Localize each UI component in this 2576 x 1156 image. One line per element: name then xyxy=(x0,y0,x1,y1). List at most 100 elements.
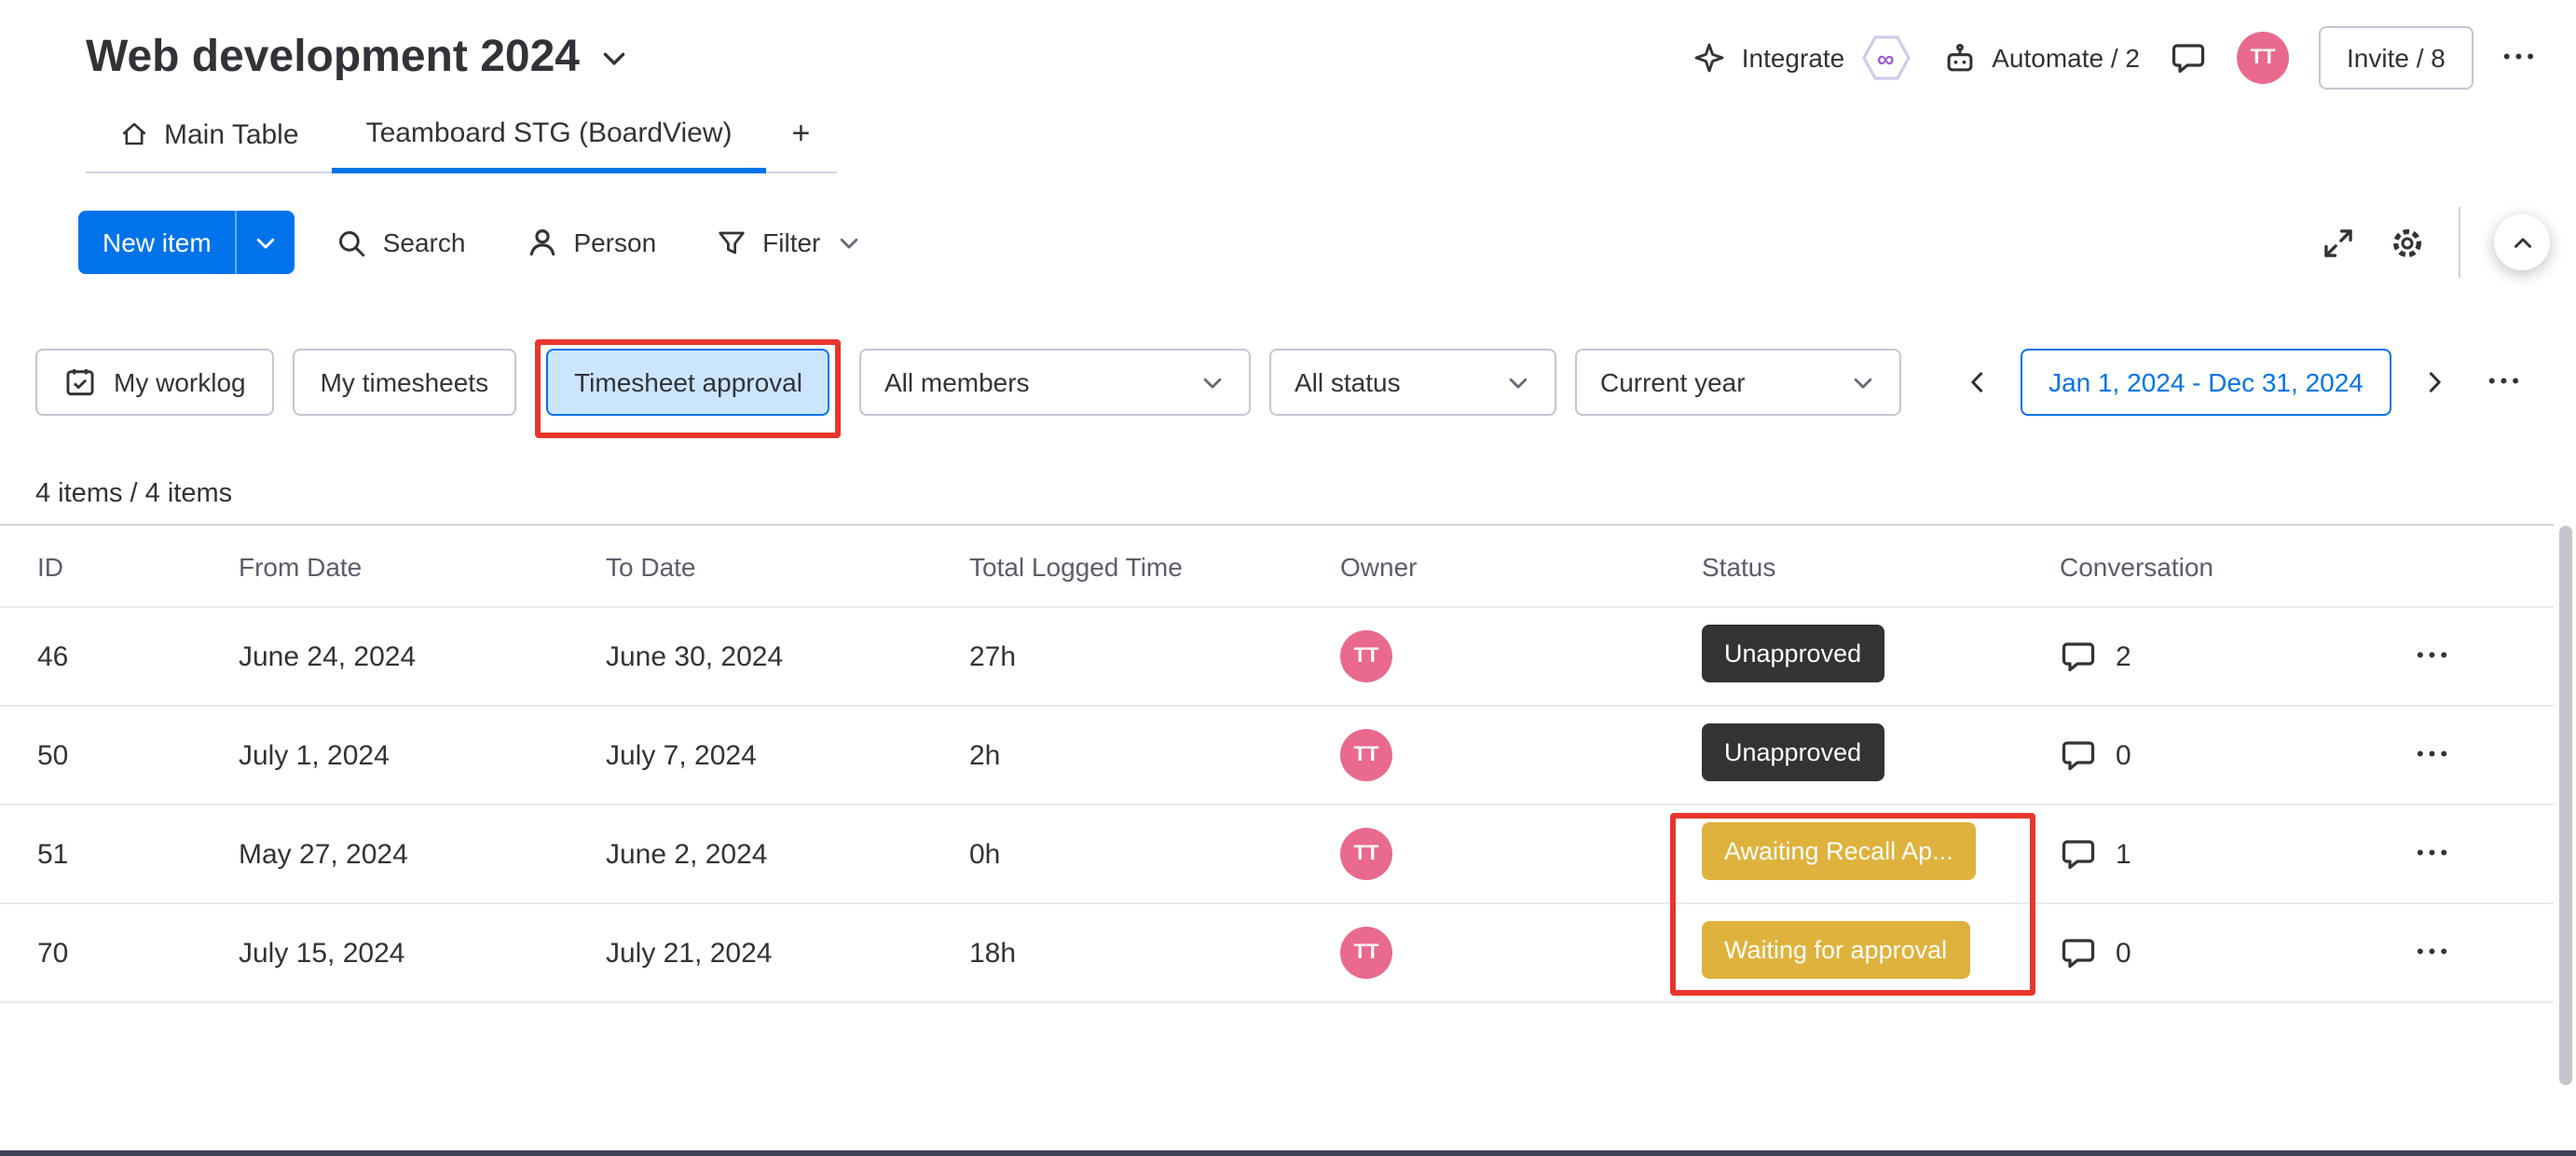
cell-status[interactable]: Waiting for approval xyxy=(1668,920,2026,985)
cell-from-date[interactable]: May 27, 2024 xyxy=(205,838,572,870)
column-header-total-logged-time[interactable]: Total Logged Time xyxy=(936,551,1307,581)
cell-to-date[interactable]: July 21, 2024 xyxy=(572,937,936,969)
tab-teamboard-stg[interactable]: Teamboard STG (BoardView) xyxy=(332,97,766,173)
status-dropdown[interactable]: All status xyxy=(1269,349,1557,416)
new-item-label[interactable]: New item xyxy=(78,211,236,274)
search-button[interactable]: Search xyxy=(317,211,485,274)
my-timesheets-button[interactable]: My timesheets xyxy=(292,349,517,416)
toolbar-right-actions xyxy=(2321,207,2550,278)
column-header-owner[interactable]: Owner xyxy=(1307,551,1668,581)
automate-button[interactable]: Automate / 2 xyxy=(1941,40,2140,76)
cell-id: 50 xyxy=(37,739,69,771)
status-badge[interactable]: Unapproved xyxy=(1702,624,1884,681)
cell-from-date[interactable]: July 15, 2024 xyxy=(205,937,572,969)
integrate-icon xyxy=(1693,41,1727,75)
next-period-button[interactable] xyxy=(2410,349,2459,416)
previous-period-button[interactable] xyxy=(1953,349,2002,416)
cell-total-logged-time[interactable]: 27h xyxy=(936,640,1307,672)
cell-status[interactable]: Unapproved xyxy=(1668,624,2026,689)
column-header-to-date[interactable]: To Date xyxy=(572,551,936,581)
chat-bubble-icon[interactable] xyxy=(2060,934,2097,971)
board-menu-icon[interactable]: ••• xyxy=(2503,47,2539,69)
view-tabs: Main Table Teamboard STG (BoardView) + xyxy=(86,97,837,173)
chevron-up-icon xyxy=(2508,228,2536,256)
cell-to-date[interactable]: June 2, 2024 xyxy=(572,838,936,870)
cell-total-logged-time[interactable]: 2h xyxy=(936,739,1307,771)
cell-owner[interactable]: TT xyxy=(1307,828,1668,880)
tab-main-table[interactable]: Main Table xyxy=(86,97,333,172)
conversation-count: 0 xyxy=(2116,937,2131,969)
cell-conversation[interactable]: 0 xyxy=(2026,934,2315,971)
gear-icon[interactable] xyxy=(2390,225,2425,260)
owner-avatar[interactable]: TT xyxy=(1340,927,1392,979)
cell-owner[interactable]: TT xyxy=(1307,927,1668,979)
timesheet-approval-button[interactable]: Timesheet approval xyxy=(546,349,830,416)
board-title-group[interactable]: Web development 2024 xyxy=(86,30,630,86)
row-menu-icon[interactable]: ••• xyxy=(2417,942,2452,964)
my-worklog-button[interactable]: My worklog xyxy=(35,349,274,416)
chat-icon[interactable] xyxy=(2170,39,2207,76)
cell-status[interactable]: Unapproved xyxy=(1668,722,2026,788)
cell-owner[interactable]: TT xyxy=(1307,630,1668,682)
row-menu-icon[interactable]: ••• xyxy=(2417,645,2452,667)
cell-conversation[interactable]: 0 xyxy=(2026,736,2315,774)
column-header-conversation[interactable]: Conversation xyxy=(2026,551,2315,581)
row-menu-icon[interactable]: ••• xyxy=(2417,843,2452,865)
filter-label: Filter xyxy=(762,227,821,257)
cell-id: 51 xyxy=(37,838,69,870)
home-icon xyxy=(119,119,149,149)
search-icon xyxy=(336,227,368,258)
filters-menu-icon[interactable]: ••• xyxy=(2488,371,2524,393)
user-avatar[interactable]: TT xyxy=(2237,32,2290,84)
invite-button[interactable]: Invite / 8 xyxy=(2319,26,2473,89)
cell-id: 70 xyxy=(37,937,69,969)
integrations-badge-icon[interactable]: ∞ xyxy=(1859,34,1911,82)
cell-status[interactable]: Awaiting Recall Ap... xyxy=(1668,821,2026,887)
cell-owner[interactable]: TT xyxy=(1307,729,1668,781)
cell-to-date[interactable]: June 30, 2024 xyxy=(572,640,936,672)
page-title: Web development 2024 xyxy=(86,32,580,82)
period-dropdown[interactable]: Current year xyxy=(1575,349,1902,416)
filter-chevron-down-icon[interactable] xyxy=(835,228,863,256)
members-dropdown-value: All members xyxy=(884,367,1030,397)
filter-button[interactable]: Filter xyxy=(697,211,883,274)
cell-conversation[interactable]: 1 xyxy=(2026,835,2315,873)
row-menu-icon[interactable]: ••• xyxy=(2417,744,2452,766)
table-header-row: ID From Date To Date Total Logged Time O… xyxy=(0,526,2554,608)
chat-bubble-icon[interactable] xyxy=(2060,638,2097,675)
chat-bubble-icon[interactable] xyxy=(2060,736,2097,774)
conversation-count: 0 xyxy=(2116,739,2131,771)
status-badge[interactable]: Unapproved xyxy=(1702,722,1884,780)
column-header-from-date[interactable]: From Date xyxy=(205,551,572,581)
owner-avatar[interactable]: TT xyxy=(1340,828,1392,880)
cell-from-date[interactable]: June 24, 2024 xyxy=(205,640,572,672)
header-actions: Integrate ∞ Automate / 2 TT Invite / 8 •… xyxy=(1693,26,2539,89)
chat-bubble-icon[interactable] xyxy=(2060,835,2097,873)
column-header-id[interactable]: ID xyxy=(0,551,205,581)
status-badge[interactable]: Awaiting Recall Ap... xyxy=(1702,821,1976,879)
column-header-status[interactable]: Status xyxy=(1668,551,2026,581)
conversation-count: 2 xyxy=(2116,640,2131,672)
integrate-button[interactable]: Integrate ∞ xyxy=(1693,34,1912,82)
cell-to-date[interactable]: July 7, 2024 xyxy=(572,739,936,771)
status-badge[interactable]: Waiting for approval xyxy=(1702,920,1970,978)
new-item-button[interactable]: New item xyxy=(78,211,295,274)
cell-total-logged-time[interactable]: 0h xyxy=(936,838,1307,870)
cell-conversation[interactable]: 2 xyxy=(2026,638,2315,675)
cell-total-logged-time[interactable]: 18h xyxy=(936,937,1307,969)
owner-avatar[interactable]: TT xyxy=(1340,630,1392,682)
board-toolbar: New item Search Person Filter xyxy=(78,207,2550,278)
vertical-scrollbar[interactable] xyxy=(2559,526,2572,1085)
person-filter-button[interactable]: Person xyxy=(506,211,676,274)
fullscreen-icon[interactable] xyxy=(2321,225,2356,260)
members-dropdown[interactable]: All members xyxy=(859,349,1252,416)
calendar-check-icon xyxy=(63,365,97,399)
date-range-button[interactable]: Jan 1, 2024 - Dec 31, 2024 xyxy=(2021,349,2391,416)
timesheet-table: ID From Date To Date Total Logged Time O… xyxy=(0,524,2554,1003)
cell-from-date[interactable]: July 1, 2024 xyxy=(205,739,572,771)
collapse-header-button[interactable] xyxy=(2494,214,2550,270)
add-view-button[interactable]: + xyxy=(766,97,837,172)
new-item-dropdown-icon[interactable] xyxy=(238,211,295,274)
board-title-chevron-down-icon[interactable] xyxy=(598,42,630,74)
owner-avatar[interactable]: TT xyxy=(1340,729,1392,781)
